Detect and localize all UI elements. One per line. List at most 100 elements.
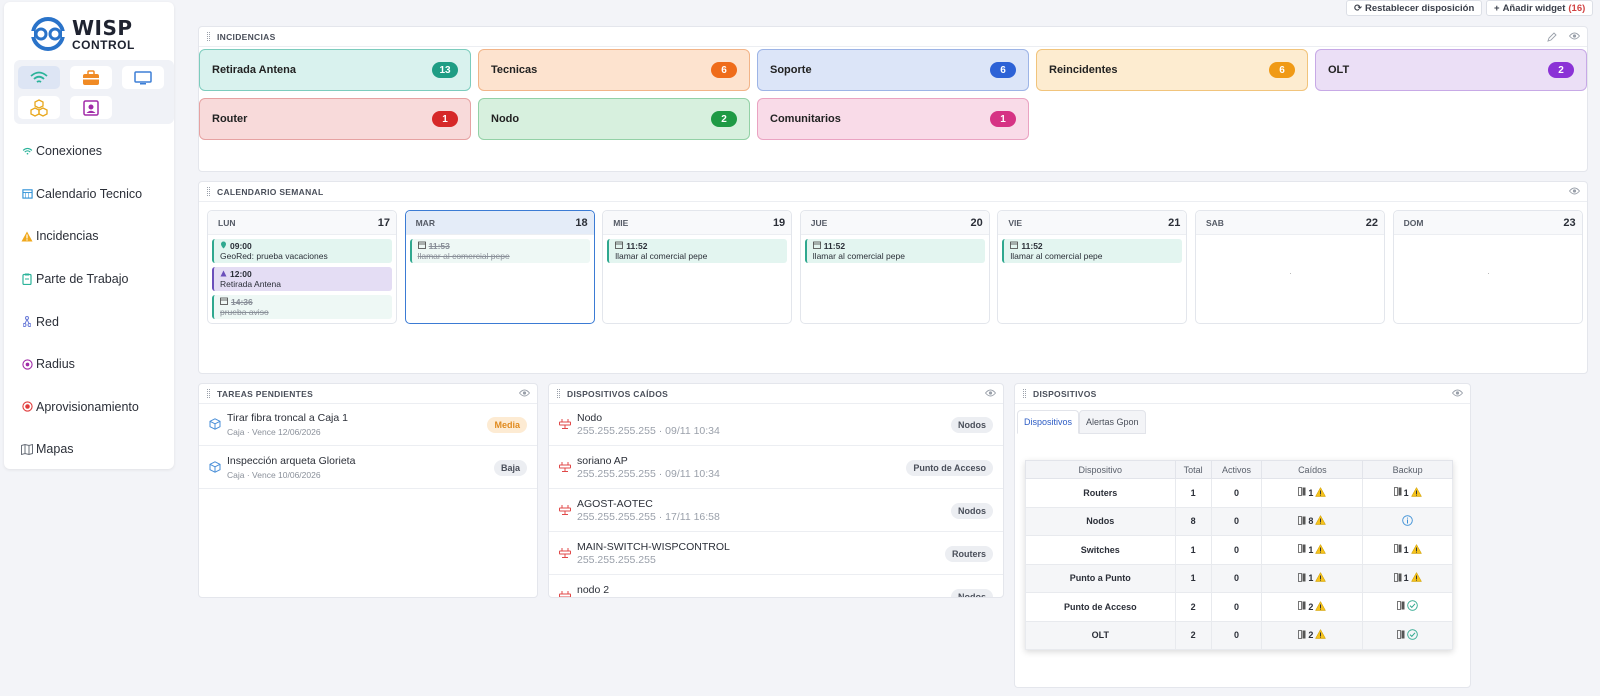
eye-icon[interactable] [1451, 389, 1464, 399]
drag-handle-icon[interactable] [1023, 389, 1026, 398]
incidence-card[interactable]: Comunitarios 1 [757, 98, 1029, 140]
sidebar-item-radius[interactable]: Radius [4, 343, 174, 386]
calendar-small-icon [812, 241, 821, 251]
battery-icon [1298, 515, 1306, 527]
sidebar-item-conexiones[interactable]: Conexiones [4, 130, 174, 173]
eye-icon[interactable] [984, 389, 997, 399]
calendar-day-mie[interactable]: MIE 19 11:52 llamar al comercial pepe [602, 210, 793, 324]
day-header: LUN 17 [208, 211, 396, 235]
battery-icon [1397, 601, 1405, 612]
task-row[interactable]: Tirar fibra troncal a Caja 1 Caja · Vence… [199, 404, 537, 446]
calendar-event[interactable]: 11:52 llamar al comercial pepe [1002, 239, 1183, 263]
sidebar-item-calendario[interactable]: Calendario Tecnico [4, 173, 174, 216]
day-header: VIE 21 [998, 211, 1187, 235]
incidence-count-badge: 2 [1548, 62, 1574, 78]
reset-layout-button[interactable]: ⟳ Restablecer disposición [1346, 0, 1483, 16]
event-time: 09:00 [230, 241, 252, 251]
incidence-card[interactable]: Nodo 2 [478, 98, 750, 140]
down-device-row[interactable]: MAIN-SWITCH-WISPCONTROL 255.255.255.255 Ro… [549, 533, 1003, 575]
calendar-event[interactable]: 11:52 llamar al comercial pepe [607, 239, 788, 263]
down-device-row[interactable]: AGOST-AOTEC 255.255.255.255 · 17/11 16:58… [549, 490, 1003, 532]
logo[interactable]: WISP CONTROL [26, 16, 135, 52]
incidence-card[interactable]: Tecnicas 6 [478, 49, 750, 91]
warning-icon [20, 229, 34, 243]
tab-dispositivos[interactable]: Dispositivos [1017, 410, 1080, 434]
incidence-card[interactable]: Router 1 [199, 98, 471, 140]
incidence-label: OLT [1328, 64, 1350, 76]
calendar-day-lun[interactable]: LUN 17 09:00 GeoRed: prueba vacaciones 12:00… [207, 210, 397, 324]
battery-icon [1298, 629, 1306, 641]
drag-handle-icon[interactable] [207, 187, 210, 196]
briefcase-app-button[interactable] [70, 66, 112, 89]
down-device-row[interactable]: Nodo 255.255.255.255 · 09/11 10:34 Nodos [549, 404, 1003, 446]
wifi-app-button[interactable] [18, 66, 60, 89]
device-down: 1 [1261, 478, 1364, 508]
sidebar-item-label: Calendario Tecnico [36, 186, 143, 201]
battery-icon [1298, 487, 1306, 498]
incidence-label: Reincidentes [1049, 64, 1118, 76]
sidebar-item-aprovisionamiento[interactable]: Aprovisionamiento [4, 386, 174, 429]
battery-icon [1298, 572, 1306, 584]
sidebar-item-incidencias[interactable]: Incidencias [4, 215, 174, 258]
device-row[interactable]: Routers 1 0 1 1 [1025, 478, 1453, 508]
boxes-app-button[interactable] [18, 96, 60, 119]
incidence-count-badge: 1 [432, 111, 458, 127]
device-row[interactable]: Nodos 8 0 8 [1025, 506, 1453, 536]
calendar-event[interactable]: 11:52 llamar al comercial pepe [804, 239, 985, 263]
sidebar-item-red[interactable]: Red [4, 300, 174, 343]
event-description: Retirada Antena [220, 279, 281, 289]
sidebar-item-mapas[interactable]: Mapas [4, 428, 174, 471]
incidence-label: Comunitarios [770, 113, 841, 125]
sidebar-item-label: Parte de Trabajo [36, 272, 129, 287]
monitor-app-button[interactable] [122, 66, 164, 89]
device-row[interactable]: OLT 2 0 2 [1025, 620, 1453, 650]
down-count: 8 [1308, 516, 1314, 527]
device-down: 8 [1261, 506, 1364, 536]
drag-handle-icon[interactable] [207, 389, 210, 398]
calendar-day-vie[interactable]: VIE 21 11:52 llamar al comercial pepe [997, 210, 1188, 324]
tab-alertas-gpon[interactable]: Alertas Gpon [1079, 410, 1146, 434]
down-device-row[interactable]: nodo 2 Nodos [549, 576, 1003, 597]
device-total: 8 [1174, 506, 1212, 536]
incidence-card[interactable]: Retirada Antena 13 [199, 49, 471, 91]
down-count: 1 [1308, 487, 1314, 498]
incidence-card[interactable]: OLT 2 [1315, 49, 1587, 91]
drag-handle-icon[interactable] [207, 32, 210, 41]
eye-icon[interactable] [1568, 187, 1581, 197]
app-switcher [14, 60, 174, 124]
device-name: Nodo [577, 412, 603, 424]
battery-icon [1393, 544, 1402, 555]
add-widget-button[interactable]: + Añadir widget (16) [1486, 0, 1594, 16]
event-description: llamar al comercial pepe [615, 251, 708, 261]
eye-icon[interactable] [1568, 32, 1581, 42]
device-row[interactable]: Switches 1 0 1 1 [1025, 535, 1453, 565]
calendar-day-jue[interactable]: JUE 20 11:52 llamar al comercial pepe [799, 210, 990, 324]
user-board-app-button[interactable] [70, 96, 112, 119]
sidebar-item-parte[interactable]: Parte de Trabajo [4, 258, 174, 301]
battery-icon [1393, 572, 1402, 584]
calendar-day-mar[interactable]: MAR 18 11:53 llamar al comercial pepe [404, 210, 595, 324]
panel-title: DISPOSITIVOS CAÍDOS [567, 388, 669, 399]
calendar-event[interactable]: 09:00 GeoRed: prueba vacaciones [212, 239, 392, 263]
pencil-icon[interactable] [1547, 32, 1557, 42]
device-ip-time: 255.255.255.255 [577, 554, 656, 566]
incidence-card[interactable]: Reincidentes 6 [1036, 49, 1308, 91]
device-row[interactable]: Punto de Acceso 2 0 2 [1025, 592, 1453, 622]
briefcase-icon [83, 69, 99, 85]
calendar-event[interactable]: 14:36 prueba aviso [212, 295, 392, 319]
info-icon[interactable] [1402, 514, 1413, 528]
task-row[interactable]: Inspección arqueta Glorieta Caja · Vence … [199, 447, 537, 489]
calendar-day-sab[interactable]: SAB 22 [1195, 210, 1385, 324]
calendar-day-dom[interactable]: DOM 23 [1392, 210, 1583, 324]
down-count: 2 [1308, 601, 1314, 612]
incidence-card[interactable]: Soporte 6 [757, 49, 1029, 91]
calendar-event[interactable]: 11:53 llamar al comercial pepe [409, 239, 590, 263]
down-device-row[interactable]: soriano AP 255.255.255.255 · 09/11 10:34 P… [549, 447, 1003, 489]
device-row[interactable]: Punto a Punto 1 0 1 1 [1025, 563, 1453, 593]
drag-handle-icon[interactable] [557, 389, 560, 398]
device-name: nodo 2 [577, 584, 610, 596]
eye-icon[interactable] [518, 389, 531, 399]
panel-header: DISPOSITIVOS CAÍDOS [549, 384, 1003, 404]
device-active: 0 [1210, 478, 1263, 508]
calendar-event[interactable]: 12:00 Retirada Antena [212, 267, 392, 291]
